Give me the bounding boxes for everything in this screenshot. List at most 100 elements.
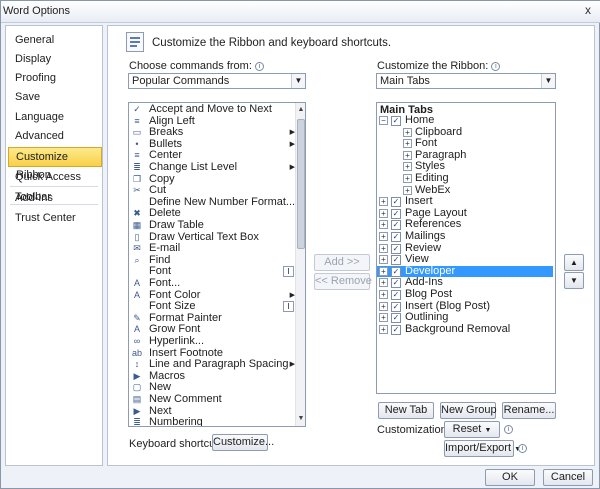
checkbox-checked-icon[interactable]: ✓ xyxy=(391,266,401,277)
checkbox-checked-icon[interactable]: ✓ xyxy=(391,278,401,289)
expand-icon[interactable]: + xyxy=(379,208,388,218)
expand-icon[interactable]: + xyxy=(379,266,388,276)
customize-shortcuts-button[interactable]: Customize... xyxy=(212,434,274,451)
close-icon[interactable]: x xyxy=(577,1,599,19)
ribbon-tab-item[interactable]: + ✓ Add-Ins xyxy=(377,277,553,289)
ribbon-group-item[interactable]: + Paragraph xyxy=(377,149,553,162)
expand-icon[interactable]: + xyxy=(379,220,388,230)
ok-button[interactable]: OK xyxy=(485,469,535,486)
expand-icon[interactable]: + xyxy=(403,150,412,160)
new-group-button[interactable]: New Group xyxy=(440,402,497,419)
command-item[interactable]: ∞ Hyperlink... xyxy=(129,335,295,348)
checkbox-checked-icon[interactable]: ✓ xyxy=(391,232,401,242)
command-item[interactable]: ≣ Change List Level ▶ xyxy=(129,161,295,174)
checkbox-checked-icon[interactable]: ✓ xyxy=(391,290,401,300)
ribbon-group-item[interactable]: + Clipboard xyxy=(377,126,553,139)
checkbox-checked-icon[interactable]: ✓ xyxy=(391,116,401,126)
checkbox-checked-icon[interactable]: ✓ xyxy=(391,208,401,219)
nav-divider xyxy=(10,186,98,187)
nav-item-customize-ribbon[interactable]: Customize Ribbon xyxy=(8,147,102,181)
format-painter-icon: ✎ xyxy=(133,312,141,323)
command-item[interactable]: ▦ Draw Table xyxy=(129,219,295,232)
command-item[interactable]: ✓ Accept and Move to Next xyxy=(129,103,295,116)
nav-item-language[interactable]: Language xyxy=(8,107,102,127)
checkbox-checked-icon[interactable]: ✓ xyxy=(391,313,401,324)
scroll-thumb[interactable] xyxy=(297,119,305,249)
ribbon-tab-item[interactable]: + ✓ References xyxy=(377,219,553,231)
expand-icon[interactable]: + xyxy=(379,232,388,241)
expand-icon[interactable]: + xyxy=(403,139,412,149)
ribbon-tab-item[interactable]: − ✓ Home xyxy=(377,114,553,127)
align-left-icon: ≡ xyxy=(134,115,140,126)
command-item[interactable]: A Font... xyxy=(129,277,295,290)
scroll-down-icon[interactable]: ▼ xyxy=(296,412,305,426)
command-item[interactable]: ▤ New Comment xyxy=(129,393,295,406)
ribbon-tab-item[interactable]: + ✓ Blog Post xyxy=(377,288,553,301)
collapse-icon[interactable]: − xyxy=(379,116,388,125)
cancel-button[interactable]: Cancel xyxy=(543,469,593,486)
expand-icon[interactable]: + xyxy=(379,243,388,253)
tree-item-label: Editing xyxy=(415,172,449,184)
scroll-up-icon[interactable]: ▲ xyxy=(296,103,305,117)
nav-item-quick-access-toolbar[interactable]: Quick Access Toolbar xyxy=(8,167,102,203)
ribbon-tab-item[interactable]: + ✓ Developer xyxy=(377,265,553,278)
checkbox-checked-icon[interactable]: ✓ xyxy=(391,243,401,254)
info-icon: i xyxy=(491,61,501,71)
nav-item-trust-center[interactable]: Trust Center xyxy=(8,208,102,228)
nav-item-save[interactable]: Save xyxy=(8,87,102,107)
expand-icon[interactable]: + xyxy=(379,301,388,311)
command-item[interactable]: ≣ Numbering xyxy=(129,417,295,427)
expand-icon[interactable]: + xyxy=(379,290,388,299)
choose-commands-dropdown[interactable]: Popular Commands ▼ xyxy=(128,73,306,89)
nav-item-advanced[interactable]: Advanced xyxy=(8,126,102,146)
expand-icon[interactable]: + xyxy=(379,324,388,334)
customize-ribbon-dropdown[interactable]: Main Tabs ▼ xyxy=(376,73,556,89)
ribbon-tab-item[interactable]: + ✓ View xyxy=(377,254,553,266)
ribbon-tab-item[interactable]: + ✓ Mailings xyxy=(377,230,553,243)
checkbox-checked-icon[interactable]: ✓ xyxy=(391,324,401,335)
nav-item-proofing[interactable]: Proofing xyxy=(8,68,102,88)
numbering-icon: ≣ xyxy=(133,417,141,427)
expand-icon[interactable]: + xyxy=(379,255,388,265)
expand-icon[interactable]: + xyxy=(403,162,412,172)
rename-button[interactable]: Rename... xyxy=(502,402,556,419)
new-tab-button[interactable]: New Tab xyxy=(378,402,434,419)
expand-icon[interactable]: + xyxy=(403,185,412,195)
checkbox-checked-icon[interactable]: ✓ xyxy=(391,197,401,208)
ribbon-group-item[interactable]: + WebEx xyxy=(377,184,553,197)
commands-list[interactable]: ✓ Accept and Move to Next ≡ Align Left ▭ Brea… xyxy=(128,102,306,427)
commands-scrollbar[interactable]: ▲ ▼ xyxy=(295,103,305,426)
ribbon-tab-item[interactable]: + ✓ Background Removal xyxy=(377,323,553,336)
checkbox-checked-icon[interactable]: ✓ xyxy=(391,220,401,231)
move-up-button[interactable]: ▲ xyxy=(564,254,584,271)
checkbox-checked-icon[interactable]: ✓ xyxy=(391,301,401,312)
ribbon-group-item[interactable]: + Editing xyxy=(377,172,553,185)
reset-button[interactable]: Reset ▼ xyxy=(444,421,500,438)
ribbon-tab-item[interactable]: + ✓ Page Layout xyxy=(377,207,553,220)
reset-button-label: Reset xyxy=(452,423,482,435)
checkbox-checked-icon[interactable]: ✓ xyxy=(391,255,401,266)
ribbon-tab-item[interactable]: + ✓ Insert (Blog Post) xyxy=(377,300,553,313)
expand-icon[interactable]: + xyxy=(379,278,388,288)
expand-icon[interactable]: + xyxy=(379,313,388,323)
move-down-button[interactable]: ▼ xyxy=(564,272,584,289)
import-export-button[interactable]: Import/Export ▼ xyxy=(444,440,521,457)
expand-icon[interactable]: + xyxy=(379,197,388,207)
add-button[interactable]: Add >> xyxy=(314,254,370,271)
expand-icon[interactable]: + xyxy=(403,174,412,183)
nav-item-general[interactable]: General xyxy=(8,30,102,50)
new-comment-icon: ▤ xyxy=(132,394,142,404)
font-color-icon: A xyxy=(133,289,140,300)
choose-commands-label-text: Choose commands from: xyxy=(129,60,252,72)
remove-button[interactable]: << Remove xyxy=(314,273,372,290)
ribbon-tree-rows: − ✓ Home + Clipboard + Font + Paragraph + Styles + E… xyxy=(377,114,555,385)
ribbon-tab-item[interactable]: + ✓ Review xyxy=(377,242,553,255)
command-label: Accept and Move to Next xyxy=(149,103,272,115)
ribbon-tabs-tree[interactable]: Main Tabs − ✓ Home + Clipboard + Font + Paragrap… xyxy=(376,102,556,394)
hyperlink-icon: ∞ xyxy=(133,336,141,346)
nav-item-display[interactable]: Display xyxy=(8,49,102,69)
ribbon-group-item[interactable]: + Styles xyxy=(377,161,553,173)
expand-icon[interactable]: + xyxy=(403,127,412,137)
customize-ribbon-panel: Customize the Ribbon and keyboard shortc… xyxy=(107,25,595,466)
nav-item-add-ins[interactable]: Add-Ins xyxy=(8,188,102,208)
